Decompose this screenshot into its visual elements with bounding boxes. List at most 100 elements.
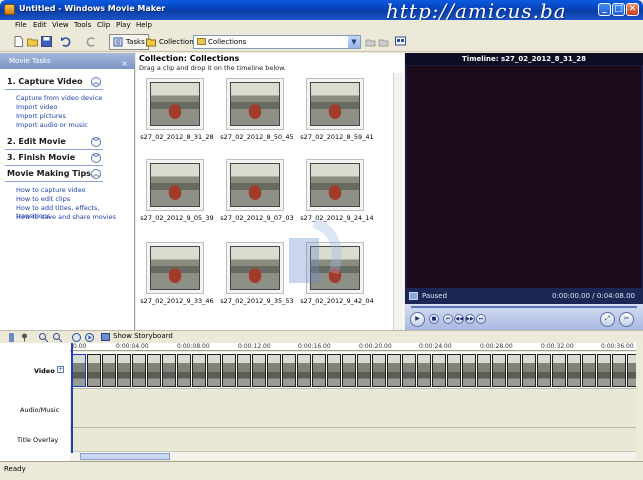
timeline-clip[interactable] [87, 354, 101, 387]
timeline-clip[interactable] [432, 354, 446, 387]
timeline-clip[interactable] [117, 354, 131, 387]
open-project-icon[interactable] [27, 36, 38, 47]
collection-scrollbar[interactable] [393, 73, 403, 330]
timeline-clip[interactable] [297, 354, 311, 387]
save-project-icon[interactable] [41, 36, 52, 47]
section-finish-movie[interactable]: 3. Finish Movie [7, 153, 75, 162]
undo-icon[interactable] [60, 36, 71, 47]
new-collection-folder-icon[interactable] [378, 36, 389, 47]
section-edit-movie[interactable]: 2. Edit Movie [7, 137, 66, 146]
zoom-out-icon[interactable] [53, 333, 62, 342]
capture-from-video-device-link[interactable]: Capture from video device [16, 94, 102, 102]
timeline-clip[interactable] [342, 354, 356, 387]
chevron-down-icon[interactable]: ︾ [91, 153, 101, 163]
play-timeline-icon[interactable] [85, 333, 94, 342]
timeline-clip[interactable] [222, 354, 236, 387]
chevron-down-icon[interactable]: ▼ [348, 36, 360, 48]
full-screen-button[interactable]: ⤢ [600, 312, 615, 327]
redo-icon[interactable] [86, 36, 97, 47]
play-button[interactable]: ▶ [410, 312, 425, 327]
chevron-down-icon[interactable]: ︾ [91, 137, 101, 147]
timeline-clip[interactable] [417, 354, 431, 387]
fast-forward-button[interactable]: ▶▶ [465, 314, 475, 324]
section-movie-making-tips[interactable]: Movie Making Tips [7, 169, 91, 178]
menu-file[interactable]: File [15, 21, 27, 29]
timeline-clip[interactable] [492, 354, 506, 387]
maximize-button[interactable]: □ [612, 3, 625, 16]
rewind-button[interactable]: ◀◀ [454, 314, 464, 324]
timeline-clip[interactable] [552, 354, 566, 387]
zoom-in-icon[interactable] [39, 333, 48, 342]
timeline-clip[interactable] [162, 354, 176, 387]
expand-video-track-icon[interactable]: + [57, 366, 64, 373]
menu-clip[interactable]: Clip [97, 21, 110, 29]
title-overlay-track[interactable] [70, 429, 636, 451]
menu-view[interactable]: View [52, 21, 69, 29]
seek-bar[interactable] [411, 306, 637, 308]
time-ruler[interactable]: 0.00 0:00:04.00 0:00:08.00 0:00:12.00 0:… [70, 343, 636, 351]
menu-edit[interactable]: Edit [33, 21, 47, 29]
timeline-clip[interactable] [372, 354, 386, 387]
set-audio-levels-icon[interactable] [7, 333, 16, 342]
how-to-capture-video-link[interactable]: How to capture video [16, 186, 86, 194]
show-storyboard-button[interactable]: Show Storyboard [101, 332, 173, 341]
timeline-clip[interactable] [357, 354, 371, 387]
stop-button[interactable]: ■ [429, 314, 439, 324]
timeline-clip[interactable] [507, 354, 521, 387]
timeline-clip[interactable] [612, 354, 626, 387]
timeline-clip[interactable] [102, 354, 116, 387]
timeline-clip[interactable] [252, 354, 266, 387]
timeline-clip[interactable] [447, 354, 461, 387]
menu-tools[interactable]: Tools [74, 21, 91, 29]
timeline-clip[interactable] [597, 354, 611, 387]
timeline-clip[interactable] [72, 354, 86, 387]
playback-indicator[interactable] [71, 343, 73, 453]
minimize-button[interactable]: _ [598, 3, 611, 16]
menu-help[interactable]: Help [136, 21, 152, 29]
timeline-clip[interactable] [312, 354, 326, 387]
timeline-clip[interactable] [282, 354, 296, 387]
up-one-level-icon[interactable] [365, 36, 376, 47]
clip-thumbnail[interactable]: s27_02_2012_8_59_41 [298, 78, 376, 145]
previous-button[interactable]: ⏮ [443, 314, 453, 324]
timeline-clip[interactable] [147, 354, 161, 387]
audio-music-track[interactable] [70, 390, 636, 428]
how-to-edit-clips-link[interactable]: How to edit clips [16, 195, 70, 203]
timeline-scrollbar[interactable] [70, 451, 636, 460]
chevron-up-icon[interactable]: ︽ [91, 169, 101, 179]
timeline-clip[interactable] [267, 354, 281, 387]
close-icon[interactable]: × [121, 56, 128, 72]
clip-thumbnail[interactable]: s27_02_2012_9_33_46 [138, 242, 216, 309]
timeline-clip[interactable] [177, 354, 191, 387]
new-project-icon[interactable] [13, 36, 24, 47]
timeline-clip[interactable] [462, 354, 476, 387]
timeline-clip[interactable] [387, 354, 401, 387]
timeline-clip[interactable] [402, 354, 416, 387]
timeline-scroll-thumb[interactable] [80, 453, 170, 460]
video-track[interactable] [70, 352, 636, 389]
clip-thumbnail[interactable]: s27_02_2012_8_50_45 [218, 78, 296, 145]
close-button[interactable]: ✕ [626, 3, 639, 16]
collection-location-dropdown[interactable]: Collections ▼ [193, 35, 361, 49]
timeline-clip[interactable] [627, 354, 636, 387]
next-button[interactable]: ⏭ [476, 314, 486, 324]
menu-play[interactable]: Play [116, 21, 131, 29]
import-pictures-link[interactable]: Import pictures [16, 112, 66, 120]
chevron-up-icon[interactable]: ︽ [91, 77, 101, 87]
timeline-clip[interactable] [477, 354, 491, 387]
clip-thumbnail[interactable]: s27_02_2012_8_31_28 [138, 78, 216, 145]
clip-thumbnail[interactable]: s27_02_2012_9_05_39 [138, 159, 216, 226]
timeline-clip[interactable] [327, 354, 341, 387]
import-video-link[interactable]: Import video [16, 103, 57, 111]
section-capture-video[interactable]: 1. Capture Video [7, 77, 83, 86]
split-clip-button[interactable]: ✂ [619, 312, 634, 327]
rewind-timeline-icon[interactable] [72, 333, 81, 342]
import-audio-link[interactable]: Import audio or music [16, 121, 88, 129]
timeline-clip[interactable] [132, 354, 146, 387]
timeline-clip[interactable] [192, 354, 206, 387]
timeline-clip[interactable] [237, 354, 251, 387]
narrate-timeline-icon[interactable] [20, 333, 29, 342]
timeline-clip[interactable] [582, 354, 596, 387]
timeline-clip[interactable] [567, 354, 581, 387]
timeline-clip[interactable] [537, 354, 551, 387]
